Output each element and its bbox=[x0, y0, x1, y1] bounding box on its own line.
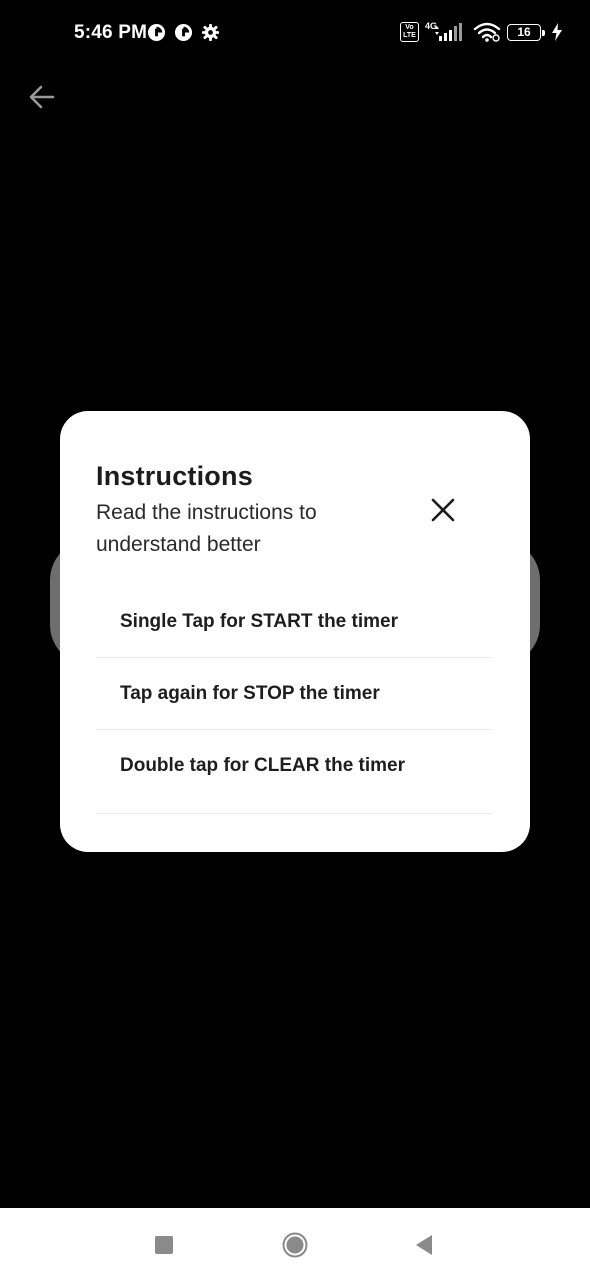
navigation-bar bbox=[0, 1208, 590, 1280]
screen: 5:46 PM Vo LTE 4G 16 Instructions Read t… bbox=[0, 0, 590, 1280]
charging-bolt-icon bbox=[552, 23, 563, 41]
dialog-title: Instructions bbox=[96, 461, 253, 491]
status-time: 5:46 PM bbox=[74, 22, 148, 43]
battery-icon: 16 bbox=[507, 23, 546, 41]
instructions-dialog: Instructions Read the instructions to un… bbox=[60, 411, 530, 852]
status-icons-right: Vo LTE 4G 16 bbox=[400, 21, 563, 42]
network-type-label: 4G bbox=[425, 21, 438, 31]
list-item[interactable]: Single Tap for START the timer bbox=[96, 586, 493, 658]
recents-square-icon[interactable] bbox=[155, 1236, 173, 1254]
data-saver-icon bbox=[174, 23, 193, 42]
back-arrow-icon[interactable] bbox=[27, 82, 57, 112]
back-triangle-icon[interactable] bbox=[414, 1234, 434, 1256]
data-saver-icon bbox=[147, 23, 166, 42]
list-item[interactable]: Tap again for STOP the timer bbox=[96, 658, 493, 730]
status-icons-left bbox=[147, 23, 220, 42]
status-bar: 5:46 PM Vo LTE 4G 16 bbox=[0, 0, 590, 70]
signal-icon bbox=[435, 23, 463, 41]
wifi-icon bbox=[473, 22, 501, 42]
volte-bottom-label: LTE bbox=[403, 32, 416, 39]
volte-icon: Vo LTE bbox=[400, 22, 419, 42]
instructions-list: Single Tap for START the timer Tap again… bbox=[96, 586, 493, 814]
volte-top-label: Vo bbox=[405, 24, 414, 31]
close-icon[interactable] bbox=[428, 495, 458, 525]
dialog-subtitle: Read the instructions to understand bett… bbox=[96, 501, 317, 556]
battery-level: 16 bbox=[517, 25, 531, 39]
home-circle-icon[interactable] bbox=[282, 1232, 308, 1258]
settings-gear-icon bbox=[201, 23, 220, 42]
list-item[interactable]: Double tap for CLEAR the timer bbox=[96, 730, 493, 814]
